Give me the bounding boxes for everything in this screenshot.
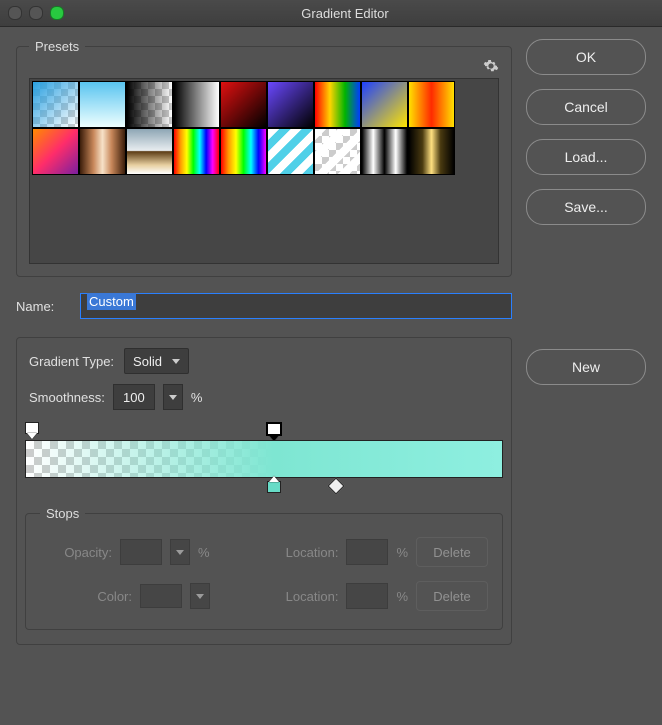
titlebar: Gradient Editor bbox=[0, 0, 662, 27]
smoothness-label: Smoothness: bbox=[29, 390, 105, 405]
name-input-value: Custom bbox=[87, 293, 136, 310]
preset-swatch-purple-black[interactable] bbox=[267, 81, 314, 128]
opacity-location-unit: % bbox=[396, 545, 408, 560]
chevron-down-icon bbox=[196, 594, 204, 599]
presets-panel: Presets bbox=[16, 39, 512, 277]
color-location-label: Location: bbox=[268, 589, 338, 604]
stops-panel: Stops Opacity: % Location: % Delete Colo… bbox=[25, 506, 503, 630]
preset-swatch-spectrum[interactable] bbox=[173, 128, 220, 175]
gradient-bar[interactable] bbox=[25, 440, 503, 478]
name-input[interactable]: Custom bbox=[80, 293, 512, 319]
new-button[interactable]: New bbox=[526, 349, 646, 385]
gradient-type-select[interactable]: Solid bbox=[124, 348, 189, 374]
preset-swatch-black-white[interactable] bbox=[173, 81, 220, 128]
opacity-input[interactable] bbox=[120, 539, 162, 565]
cancel-button[interactable]: Cancel bbox=[526, 89, 646, 125]
chevron-down-icon bbox=[169, 395, 177, 400]
preset-swatch-cyan-stripes[interactable] bbox=[267, 128, 314, 175]
smoothness-dropdown[interactable] bbox=[163, 384, 183, 410]
preset-swatch-yellow-red-yellow[interactable] bbox=[408, 81, 455, 128]
presets-legend: Presets bbox=[29, 39, 85, 54]
smoothness-input[interactable]: 100 bbox=[113, 384, 155, 410]
load-button[interactable]: Load... bbox=[526, 139, 646, 175]
preset-swatch-red-black[interactable] bbox=[220, 81, 267, 128]
color-location-input[interactable] bbox=[346, 583, 388, 609]
midpoint-diamond[interactable] bbox=[329, 476, 343, 492]
preset-swatch-sunset[interactable] bbox=[32, 128, 79, 175]
presets-menu-button[interactable] bbox=[483, 58, 499, 74]
preset-swatch-rainbow-primary[interactable] bbox=[314, 81, 361, 128]
chevron-down-icon bbox=[176, 550, 184, 555]
window-zoom-button[interactable] bbox=[50, 6, 64, 20]
opacity-stop[interactable] bbox=[25, 422, 39, 439]
opacity-location-input[interactable] bbox=[346, 539, 388, 565]
chevron-down-icon bbox=[172, 359, 180, 364]
window-title: Gradient Editor bbox=[76, 6, 654, 21]
color-delete-button[interactable]: Delete bbox=[416, 581, 488, 611]
color-stop[interactable] bbox=[267, 476, 281, 493]
opacity-unit: % bbox=[198, 545, 210, 560]
name-label: Name: bbox=[16, 299, 70, 314]
preset-swatch-rainbow-transparent[interactable] bbox=[220, 128, 267, 175]
ok-button[interactable]: OK bbox=[526, 39, 646, 75]
gradient-editor-window: Gradient Editor Presets Name: Custom bbox=[0, 0, 662, 725]
gradient-editor-strip bbox=[25, 422, 503, 494]
color-label: Color: bbox=[40, 589, 132, 604]
preset-swatch-black-to-transparent[interactable] bbox=[126, 81, 173, 128]
color-dropdown[interactable] bbox=[190, 583, 210, 609]
preset-swatch-copper[interactable] bbox=[79, 128, 126, 175]
gradient-type-value: Solid bbox=[133, 354, 162, 369]
save-button[interactable]: Save... bbox=[526, 189, 646, 225]
preset-swatch-blue-yellow[interactable] bbox=[361, 81, 408, 128]
window-minimize-button[interactable] bbox=[29, 6, 43, 20]
preset-swatch-gold-highlight[interactable] bbox=[408, 128, 455, 175]
preset-swatch-chrome[interactable] bbox=[126, 128, 173, 175]
color-swatch[interactable] bbox=[140, 584, 182, 608]
color-location-unit: % bbox=[396, 589, 408, 604]
stops-legend: Stops bbox=[40, 506, 85, 521]
opacity-label: Opacity: bbox=[40, 545, 112, 560]
opacity-location-label: Location: bbox=[268, 545, 338, 560]
preset-swatch-sky[interactable] bbox=[79, 81, 126, 128]
presets-grid bbox=[29, 78, 499, 264]
preset-swatch-transparent-stripes[interactable] bbox=[314, 128, 361, 175]
smoothness-unit: % bbox=[191, 390, 203, 405]
gradient-type-label: Gradient Type: bbox=[29, 354, 114, 369]
preset-swatch-foreground-to-transparent[interactable] bbox=[32, 81, 79, 128]
preset-swatch-silver[interactable] bbox=[361, 128, 408, 175]
opacity-stop[interactable] bbox=[267, 422, 281, 441]
opacity-dropdown[interactable] bbox=[170, 539, 190, 565]
window-close-button[interactable] bbox=[8, 6, 22, 20]
opacity-delete-button[interactable]: Delete bbox=[416, 537, 488, 567]
